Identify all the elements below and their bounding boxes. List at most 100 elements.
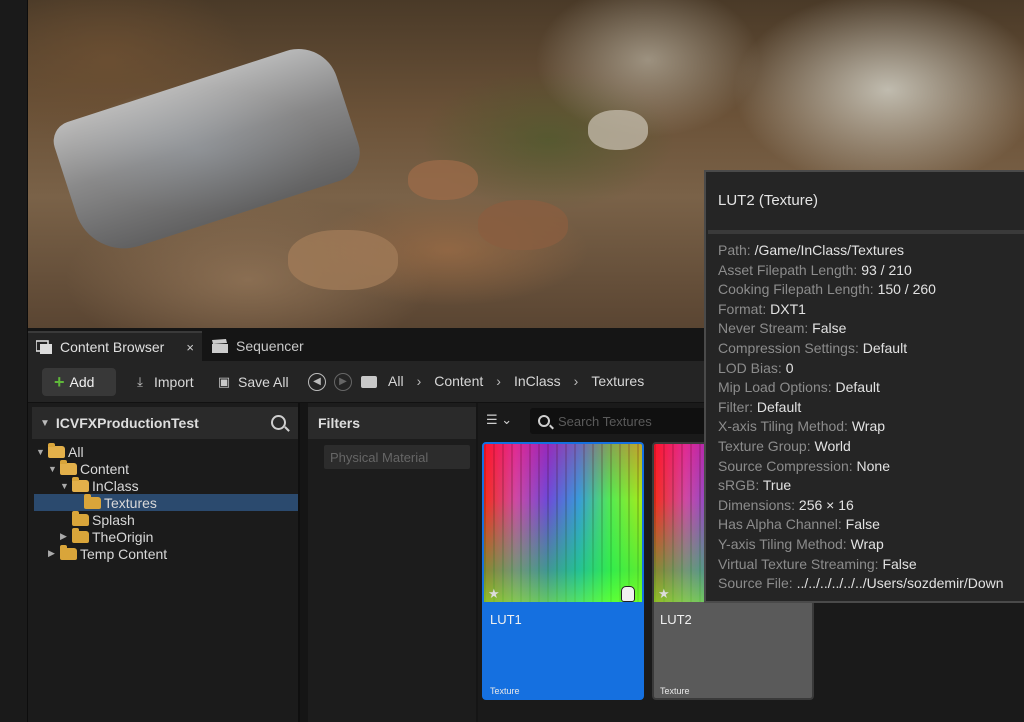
- viewport-rock: [478, 200, 568, 250]
- tree-item-all[interactable]: ▼ All: [36, 442, 84, 460]
- tooltip-value: Default: [756, 398, 802, 415]
- breadcrumb: All › Content › InClass › Textures: [388, 373, 644, 389]
- folder-icon: [72, 510, 89, 526]
- chevron-right-icon[interactable]: ›: [417, 373, 422, 389]
- tooltip-body: Path: /Game/InClass/Textures Asset Filep…: [718, 242, 1024, 595]
- expand-triangle-icon[interactable]: ▼: [36, 447, 48, 457]
- back-arrow-icon[interactable]: ◀: [308, 373, 326, 391]
- breadcrumb-item-content[interactable]: Content: [434, 373, 483, 389]
- tooltip-row: X-axis Tiling Method: Wrap: [718, 418, 1024, 438]
- expand-triangle-icon[interactable]: ▼: [60, 481, 72, 491]
- chevron-right-icon[interactable]: ›: [574, 373, 579, 389]
- folder-icon: [72, 476, 89, 492]
- expand-triangle-icon[interactable]: ▶: [60, 531, 72, 542]
- tooltip-value: 0: [785, 359, 794, 376]
- asset-type: Texture: [490, 686, 520, 696]
- tree-item-label: Temp Content: [80, 545, 168, 562]
- tooltip-key: Texture Group:: [718, 437, 811, 454]
- tab-label: Sequencer: [236, 338, 304, 354]
- add-label: Add: [69, 374, 95, 390]
- plus-icon: +: [54, 371, 65, 392]
- asset-name: LUT2: [660, 612, 692, 627]
- star-icon[interactable]: ★: [658, 586, 670, 602]
- tree-item-temp-content[interactable]: ▶ Temp Content: [48, 544, 168, 562]
- forward-arrow-icon[interactable]: ▶: [334, 373, 352, 391]
- viewport-wreck-object: [48, 38, 368, 262]
- tab-label: Content Browser: [60, 339, 165, 355]
- breadcrumb-item-all[interactable]: All: [388, 373, 404, 389]
- tooltip-value: 150 / 260: [877, 281, 936, 298]
- project-name: ICVFXProductionTest: [55, 415, 199, 431]
- tree-item-theorigin[interactable]: ▶ TheOrigin: [60, 527, 153, 545]
- tooltip-value: Wrap: [851, 418, 886, 435]
- texture-thumbnail: [484, 444, 642, 602]
- viewport-rock: [588, 110, 648, 150]
- save-icon: ▣: [217, 374, 231, 389]
- tooltip-row: Source File: ../../../../../../Users/soz…: [718, 575, 1024, 595]
- folder-icon: [84, 493, 101, 509]
- tooltip-row: Source Compression: None: [718, 458, 1024, 478]
- tree-item-inclass[interactable]: ▼ InClass: [60, 476, 139, 494]
- asset-type: Texture: [660, 686, 690, 696]
- viewport-rock: [408, 160, 478, 200]
- tooltip-row: Texture Group: World: [718, 438, 1024, 458]
- filters-header: Filters: [308, 407, 476, 439]
- tab-content-browser[interactable]: Content Browser ×: [28, 331, 202, 361]
- folder-icon: [60, 544, 77, 560]
- tree-item-label: Splash: [92, 511, 135, 528]
- folder-icon: [60, 459, 77, 475]
- tooltip-value: False: [882, 555, 917, 572]
- save-all-button[interactable]: ▣ Save All: [216, 368, 289, 396]
- tooltip-row: Path: /Game/InClass/Textures: [718, 242, 1024, 262]
- tooltip-row: Dimensions: 256 × 16: [718, 497, 1024, 517]
- tooltip-key: Virtual Texture Streaming:: [718, 555, 879, 572]
- tooltip-value: 93 / 210: [861, 261, 912, 278]
- tooltip-value: Default: [835, 379, 880, 396]
- breadcrumb-item-textures[interactable]: Textures: [591, 373, 644, 389]
- tooltip-key: Source File:: [718, 575, 793, 592]
- folder-tree-panel: ▼ ICVFXProductionTest ▼ All ▼ Content ▼ …: [28, 403, 300, 722]
- search-icon[interactable]: [271, 415, 286, 430]
- save-all-label: Save All: [238, 374, 289, 390]
- collapse-triangle-icon[interactable]: ▼: [40, 418, 50, 429]
- tooltip-value: Wrap: [850, 535, 884, 552]
- tooltip-row: Has Alpha Channel: False: [718, 516, 1024, 536]
- tree-item-label: InClass: [92, 477, 139, 494]
- tooltip-value: Default: [862, 339, 908, 356]
- filter-physical-material[interactable]: Physical Material: [324, 445, 470, 469]
- folder-icon[interactable]: [361, 376, 377, 388]
- folder-icon: [48, 442, 65, 458]
- expand-triangle-icon[interactable]: ▶: [48, 548, 60, 559]
- tree-item-label: Content: [80, 460, 130, 477]
- tree-item-label: All: [68, 443, 84, 460]
- tooltip-key: X-axis Tiling Method:: [718, 418, 848, 435]
- tooltip-value: ../../../../../../Users/sozdemir/Down: [796, 575, 1004, 592]
- tooltip-value: DXT1: [770, 300, 806, 317]
- tree-item-content[interactable]: ▼ Content: [48, 459, 130, 477]
- asset-tile-lut1[interactable]: ★ LUT1 Texture: [482, 442, 644, 700]
- tooltip-key: Source Compression:: [718, 457, 853, 474]
- filter-dropdown[interactable]: ☰ ⌄: [486, 412, 512, 428]
- tree-item-splash[interactable]: Splash: [72, 510, 135, 528]
- tooltip-value: False: [845, 516, 880, 533]
- tree-item-textures[interactable]: Textures: [34, 493, 298, 511]
- star-icon[interactable]: ★: [488, 586, 500, 602]
- tooltip-row: Mip Load Options: Default: [718, 379, 1024, 399]
- tooltip-row: Cooking Filepath Length: 150 / 260: [718, 281, 1024, 301]
- clapperboard-icon: [212, 339, 228, 353]
- close-icon[interactable]: ×: [186, 340, 194, 355]
- expand-triangle-icon[interactable]: ▼: [48, 464, 60, 474]
- add-button[interactable]: + Add: [42, 368, 116, 396]
- tooltip-key: Cooking Filepath Length:: [718, 281, 874, 298]
- asset-name: LUT1: [490, 612, 522, 627]
- tree-header[interactable]: ▼ ICVFXProductionTest: [32, 407, 298, 439]
- chevron-right-icon[interactable]: ›: [496, 373, 501, 389]
- tooltip-key: Path:: [718, 242, 751, 258]
- search-input[interactable]: Search Textures: [530, 408, 710, 434]
- tooltip-row: Asset Filepath Length: 93 / 210: [718, 262, 1024, 282]
- tab-sequencer[interactable]: Sequencer: [204, 331, 324, 361]
- tooltip-divider: [708, 230, 1024, 234]
- breadcrumb-item-inclass[interactable]: InClass: [514, 373, 561, 389]
- tooltip-key: Format:: [718, 300, 767, 317]
- import-button[interactable]: ⤓ Import: [132, 368, 194, 396]
